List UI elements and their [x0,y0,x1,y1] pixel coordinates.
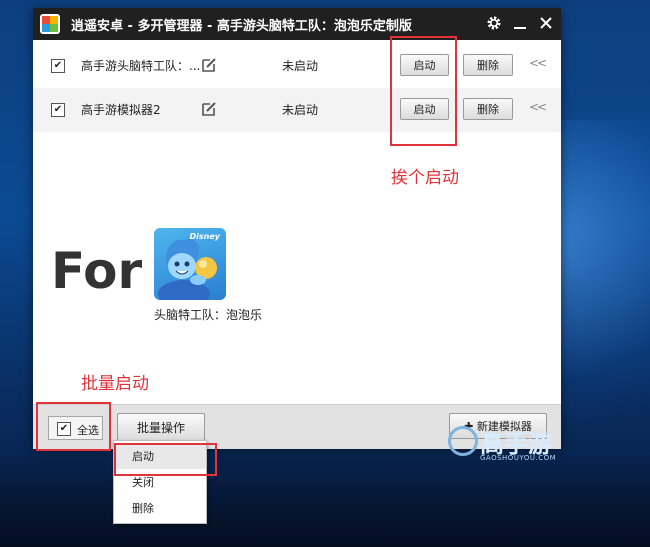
delete-button[interactable]: 删除 [463,98,513,120]
batch-operation-button[interactable]: 批量操作 [117,413,205,441]
chevron-left-icon[interactable]: << [529,100,547,114]
desktop-taskbar-area [0,455,650,547]
delete-button[interactable]: 删除 [463,54,513,76]
instance-name: 高手游头脑特工队：... [81,59,201,73]
settings-gear-icon[interactable] [483,12,505,34]
chevron-left-icon[interactable]: << [529,56,547,70]
edit-name-icon[interactable] [201,57,217,73]
minimize-icon[interactable] [509,12,531,34]
watermark-logo: 高手游 GAOSHOUYOU.COM [448,426,566,468]
multi-instance-manager-window: 逍遥安卓 - 多开管理器 - 高手游头脑特工队：泡泡乐定制版 ✔ 高手游头脑特工… [33,8,561,451]
instance-name: 高手游模拟器2 [81,103,161,117]
window-title: 逍遥安卓 - 多开管理器 - 高手游头脑特工队：泡泡乐定制版 [71,19,412,34]
promo-for-text: For [51,242,143,300]
instance-row: ✔ 高手游模拟器2 未启动 启动 删除 << [33,88,561,132]
close-icon[interactable] [535,12,557,34]
annotation-batch-start: 批量启动 [81,374,149,394]
start-buttons-highlight [390,36,457,146]
select-all-highlight [36,402,111,451]
instance-row: ✔ 高手游头脑特工队：... 未启动 启动 删除 << [33,44,561,88]
instance-status: 未启动 [282,103,319,117]
edit-name-icon[interactable] [201,101,217,117]
annotation-start-one-by-one: 挨个启动 [391,168,459,188]
watermark-url: GAOSHOUYOU.COM [480,454,557,462]
title-bar[interactable]: 逍遥安卓 - 多开管理器 - 高手游头脑特工队：泡泡乐定制版 [33,8,561,40]
app-logo-icon [40,14,60,34]
menu-start-highlight [114,443,217,476]
instance-checkbox[interactable]: ✔ [51,103,65,117]
menu-item-delete[interactable]: 删除 [114,497,206,521]
instance-checkbox[interactable]: ✔ [51,59,65,73]
game-icon: Disney [154,228,226,300]
game-caption: 头脑特工队：泡泡乐 [154,308,263,322]
instance-status: 未启动 [282,59,319,73]
watermark-mark-icon [448,426,478,456]
